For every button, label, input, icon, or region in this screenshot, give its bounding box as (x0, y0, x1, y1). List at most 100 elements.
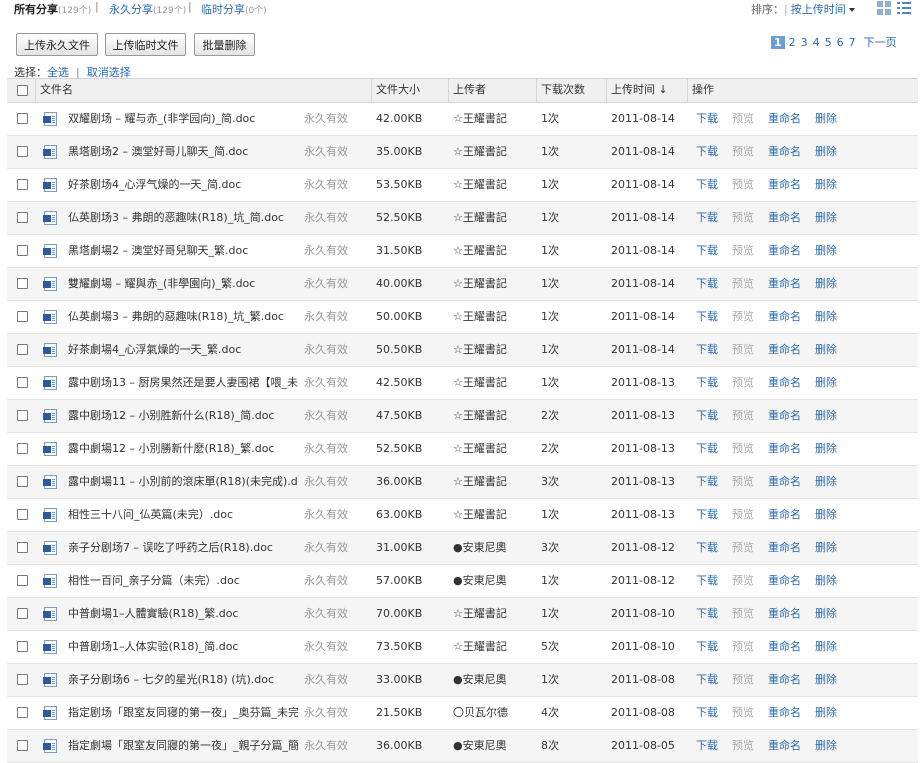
file-name[interactable]: 黑塔劇場2 – 澳堂好哥兒聊天_繁.doc (68, 235, 298, 267)
delete-link[interactable]: 删除 (815, 367, 837, 398)
delete-link[interactable]: 删除 (815, 499, 837, 530)
file-name[interactable]: 中普劇場1–人體實驗(R18)_繁.doc (68, 598, 298, 630)
download-link[interactable]: 下载 (696, 664, 718, 695)
rename-link[interactable]: 重命名 (768, 433, 801, 464)
batch-delete-button[interactable]: 批量删除 (194, 33, 255, 56)
download-link[interactable]: 下载 (696, 466, 718, 497)
rename-link[interactable]: 重命名 (768, 367, 801, 398)
download-link[interactable]: 下载 (696, 334, 718, 365)
row-checkbox[interactable] (17, 674, 28, 685)
select-all-checkbox[interactable] (17, 85, 28, 96)
next-page-link[interactable]: 下一页 (864, 34, 897, 50)
row-checkbox[interactable] (17, 575, 28, 586)
sort-dropdown[interactable]: | 按上传时间 (784, 1, 855, 17)
delete-link[interactable]: 删除 (815, 400, 837, 431)
delete-link[interactable]: 删除 (815, 202, 837, 233)
delete-link[interactable]: 删除 (815, 169, 837, 200)
file-name[interactable]: 双耀剧场 – 耀与赤_(非学园向)_简.doc (68, 103, 298, 135)
rename-link[interactable]: 重命名 (768, 631, 801, 662)
file-name[interactable]: 仏英劇場3 – 弗朗的惡趣味(R18)_坑_繁.doc (68, 301, 298, 333)
delete-link[interactable]: 删除 (815, 103, 837, 134)
column-size[interactable]: 文件大小 (371, 79, 420, 102)
row-checkbox[interactable] (17, 542, 28, 553)
download-link[interactable]: 下载 (696, 598, 718, 629)
page-6[interactable]: 6 (837, 36, 844, 49)
grid-view-icon[interactable] (877, 1, 891, 15)
download-link[interactable]: 下载 (696, 367, 718, 398)
file-name[interactable]: 好茶剧场4_心浮气燥的一天_简.doc (68, 169, 298, 201)
download-link[interactable]: 下载 (696, 730, 718, 761)
row-checkbox[interactable] (17, 245, 28, 256)
row-checkbox[interactable] (17, 641, 28, 652)
page-4[interactable]: 4 (813, 36, 820, 49)
rename-link[interactable]: 重命名 (768, 730, 801, 761)
column-downloads[interactable]: 下载次数 (536, 79, 585, 102)
file-name[interactable]: 露中剧场12 – 小别胜新什么(R18)_简.doc (68, 400, 298, 432)
delete-link[interactable]: 删除 (815, 532, 837, 563)
rename-link[interactable]: 重命名 (768, 466, 801, 497)
rename-link[interactable]: 重命名 (768, 532, 801, 563)
download-link[interactable]: 下载 (696, 169, 718, 200)
download-link[interactable]: 下载 (696, 103, 718, 134)
row-checkbox[interactable] (17, 740, 28, 751)
upload-temporary-button[interactable]: 上传临时文件 (105, 33, 186, 56)
row-checkbox[interactable] (17, 410, 28, 421)
rename-link[interactable]: 重命名 (768, 400, 801, 431)
row-checkbox[interactable] (17, 509, 28, 520)
delete-link[interactable]: 删除 (815, 268, 837, 299)
file-name[interactable]: 好茶劇場4_心浮氣燥的一天_繁.doc (68, 334, 298, 366)
rename-link[interactable]: 重命名 (768, 103, 801, 134)
file-name[interactable]: 指定劇場「跟室友同寢的第一夜」_親子分篇_簡 (68, 730, 298, 762)
rename-link[interactable]: 重命名 (768, 598, 801, 629)
upload-permanent-button[interactable]: 上传永久文件 (16, 33, 98, 56)
column-upload-time[interactable]: 上传时间 ↓ (606, 79, 668, 102)
row-checkbox[interactable] (17, 707, 28, 718)
file-name[interactable]: 黑塔剧场2 – 澳堂好哥儿聊天_简.doc (68, 136, 298, 168)
file-name[interactable]: 亲子分剧场7 – 误吃了呼药之后(R18).doc (68, 532, 298, 564)
file-name[interactable]: 露中劇場11 – 小別前的滾床單(R18)(未完成).doc (68, 466, 298, 498)
download-link[interactable]: 下载 (696, 565, 718, 596)
tab-permanent-shares[interactable]: 永久分享(129个) (109, 1, 186, 17)
delete-link[interactable]: 删除 (815, 235, 837, 266)
rename-link[interactable]: 重命名 (768, 169, 801, 200)
page-1[interactable]: 1 (771, 36, 785, 49)
file-name[interactable]: 亲子分剧场6 – 七夕的星光(R18) (坑).doc (68, 664, 298, 696)
row-checkbox[interactable] (17, 113, 28, 124)
rename-link[interactable]: 重命名 (768, 697, 801, 728)
download-link[interactable]: 下载 (696, 400, 718, 431)
delete-link[interactable]: 删除 (815, 565, 837, 596)
delete-link[interactable]: 删除 (815, 334, 837, 365)
row-checkbox[interactable] (17, 608, 28, 619)
tab-all-shares[interactable]: 所有分享(129个) (14, 1, 91, 17)
row-checkbox[interactable] (17, 311, 28, 322)
row-checkbox[interactable] (17, 179, 28, 190)
file-name[interactable]: 指定剧场「跟室友同寝的第一夜」_奥芬篇_未完 (68, 697, 298, 729)
delete-link[interactable]: 删除 (815, 433, 837, 464)
file-name[interactable]: 仏英剧场3 – 弗朗的恶趣味(R18)_坑_简.doc (68, 202, 298, 234)
download-link[interactable]: 下载 (696, 697, 718, 728)
rename-link[interactable]: 重命名 (768, 136, 801, 167)
row-checkbox[interactable] (17, 278, 28, 289)
rename-link[interactable]: 重命名 (768, 664, 801, 695)
row-checkbox[interactable] (17, 476, 28, 487)
rename-link[interactable]: 重命名 (768, 565, 801, 596)
file-name[interactable]: 中普剧场1–人体实验(R18)_简.doc (68, 631, 298, 663)
row-checkbox[interactable] (17, 146, 28, 157)
download-link[interactable]: 下载 (696, 268, 718, 299)
row-checkbox[interactable] (17, 377, 28, 388)
download-link[interactable]: 下载 (696, 202, 718, 233)
column-uploader[interactable]: 上传者 (448, 79, 486, 102)
download-link[interactable]: 下载 (696, 631, 718, 662)
delete-link[interactable]: 删除 (815, 598, 837, 629)
file-name[interactable]: 相性一百问_亲子分篇（未完）.doc (68, 565, 298, 597)
rename-link[interactable]: 重命名 (768, 202, 801, 233)
row-checkbox[interactable] (17, 443, 28, 454)
page-5[interactable]: 5 (825, 36, 832, 49)
list-view-icon[interactable] (897, 1, 911, 15)
page-7[interactable]: 7 (849, 36, 856, 49)
download-link[interactable]: 下载 (696, 235, 718, 266)
delete-link[interactable]: 删除 (815, 697, 837, 728)
delete-link[interactable]: 删除 (815, 301, 837, 332)
download-link[interactable]: 下载 (696, 499, 718, 530)
row-checkbox[interactable] (17, 344, 28, 355)
